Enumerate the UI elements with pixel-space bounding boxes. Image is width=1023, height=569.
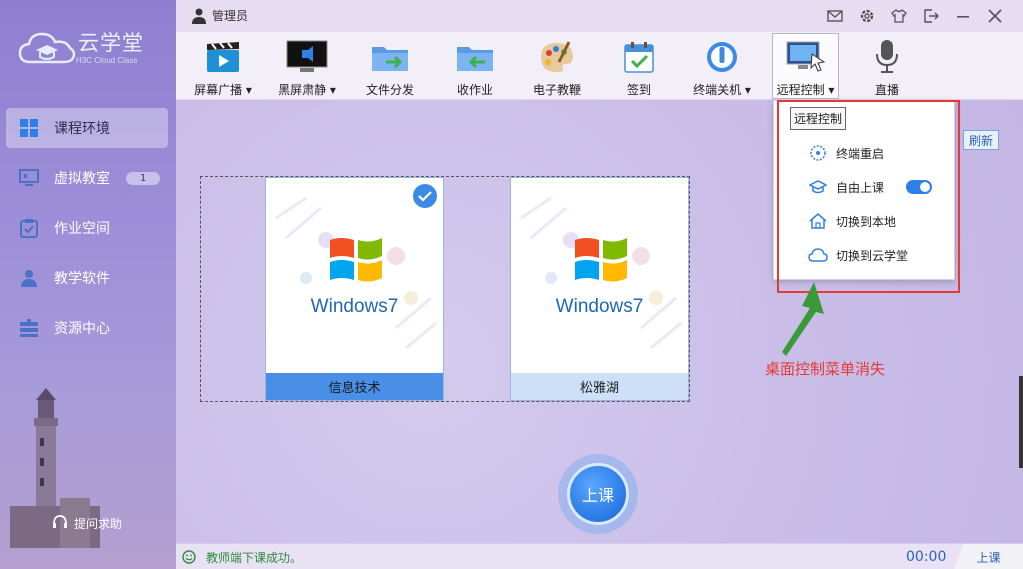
toolbar-file-distribute[interactable]: 文件分发 — [364, 34, 416, 98]
toolbar-live-stream[interactable]: 直播 — [872, 34, 902, 98]
tool-label: 屏幕广播 ▾ — [194, 83, 252, 97]
microphone-icon — [866, 38, 908, 75]
annotation-arrow-icon — [782, 282, 824, 356]
check-icon — [413, 184, 437, 208]
toolbar-electronic-pointer[interactable]: 电子教鞭 — [530, 34, 584, 98]
toolbar-terminal-shutdown[interactable]: 终端关机 ▾ — [691, 34, 753, 98]
tool-label: 直播 — [874, 83, 899, 97]
clipboard-icon — [18, 217, 40, 239]
folder-receive-icon — [454, 38, 496, 75]
terminal-card[interactable]: Windows7 松雅湖 — [510, 177, 689, 401]
headset-icon — [52, 514, 70, 532]
help-label: 提问求助 — [74, 516, 123, 531]
mail-icon[interactable] — [825, 6, 845, 26]
black-monitor-icon — [286, 38, 328, 75]
toolbar: 屏幕广播 ▾ 黑屏肃静 ▾ 文件分发 收作业 电子教鞭 签到 终端关机 ▾ 远程… — [176, 32, 1023, 100]
skin-shirt-icon[interactable] — [889, 6, 909, 26]
software-user-icon — [18, 267, 40, 289]
palette-icon — [536, 38, 578, 75]
card-caption: 信息技术 — [266, 373, 443, 400]
toolbar-screen-broadcast[interactable]: 屏幕广播 ▾ — [192, 34, 254, 98]
toolbar-black-screen[interactable]: 黑屏肃静 ▾ — [275, 34, 339, 98]
tool-label: 收作业 — [456, 83, 493, 97]
desktop-thumbnail: Windows7 — [511, 178, 688, 373]
windows-logo-icon — [330, 238, 382, 282]
class-timer: 00:00 — [906, 549, 947, 565]
tool-label: 文件分发 — [365, 83, 414, 97]
logo-subtitle: H3C Cloud Class — [76, 56, 138, 65]
sidebar-item-resource-center[interactable]: 资源中心 — [6, 308, 168, 348]
sidebar-item-teaching-software[interactable]: 教学软件 — [6, 258, 168, 298]
tool-label: 黑屏肃静 ▾ — [278, 83, 336, 97]
start-class-button[interactable]: 上课 — [558, 454, 638, 534]
app-logo: 云学堂 H3C Cloud Class — [16, 24, 166, 74]
os-label: Windows7 — [310, 296, 399, 317]
window-controls — [825, 6, 1005, 26]
folder-send-icon — [369, 38, 411, 75]
status-bar: 教师端下课成功。 00:00 上课 — [176, 543, 1023, 569]
os-label: Windows7 — [555, 296, 644, 317]
user-label: 管理员 — [212, 9, 249, 23]
sidebar-item-label: 资源中心 — [54, 321, 110, 337]
windows-grid-icon — [18, 117, 40, 139]
status-message: 教师端下课成功。 — [182, 549, 302, 566]
status-text: 教师端下课成功。 — [206, 551, 303, 565]
sidebar-item-label: 课程环境 — [54, 121, 110, 137]
sidebar-item-course-environment[interactable]: 课程环境 — [6, 108, 168, 148]
help-button[interactable]: 提问求助 — [52, 514, 122, 532]
toolbar-remote-control[interactable]: 远程控制 ▾ — [772, 33, 839, 99]
logo-title: 云学堂 — [78, 31, 144, 55]
count-badge: 1 — [126, 171, 161, 185]
sidebar-item-label: 作业空间 — [54, 221, 110, 237]
tool-label: 终端关机 ▾ — [693, 83, 751, 97]
sidebar-nav: 课程环境 虚拟教室 1 作业空间 教学软件 资源中心 — [0, 108, 176, 358]
windows-logo-icon — [575, 238, 627, 282]
toolbar-sign-in[interactable]: 签到 — [624, 34, 654, 98]
tool-label: 签到 — [626, 83, 651, 97]
gear-icon[interactable] — [857, 6, 877, 26]
power-icon — [701, 38, 743, 75]
desktop-thumbnail: Windows7 — [266, 178, 443, 373]
class-status-button[interactable]: 上课 — [954, 544, 1023, 569]
user-icon — [192, 8, 206, 24]
annotation-text: 桌面控制菜单消失 — [765, 360, 886, 378]
sidebar-item-virtual-classroom[interactable]: 虚拟教室 1 — [6, 158, 168, 198]
tool-label: 远程控制 ▾ — [776, 83, 835, 97]
minimize-icon[interactable] — [953, 6, 973, 26]
monitor-icon — [18, 167, 40, 189]
annotation-highlight-box — [777, 100, 960, 293]
sidebar-item-label: 教学软件 — [54, 271, 110, 287]
refresh-button[interactable]: 刷新 — [963, 130, 999, 150]
sidebar-item-label: 虚拟教室 — [54, 171, 110, 187]
sidebar: 云学堂 H3C Cloud Class 课程环境 虚拟教室 1 作业空间 教学软… — [0, 0, 176, 569]
smiley-icon — [182, 549, 198, 566]
toolbar-collect-homework[interactable]: 收作业 — [452, 34, 498, 98]
window-edge — [1019, 376, 1023, 468]
calendar-check-icon — [618, 38, 660, 75]
logout-icon[interactable] — [921, 6, 941, 26]
tool-label: 电子教鞭 — [532, 83, 581, 97]
sidebar-item-homework[interactable]: 作业空间 — [6, 208, 168, 248]
terminal-card[interactable]: Windows7 信息技术 — [265, 177, 444, 401]
title-bar: 管理员 — [176, 0, 1023, 32]
cloud-logo-icon — [18, 32, 76, 64]
start-class-label: 上课 — [567, 463, 629, 525]
remote-desktop-icon — [785, 38, 827, 75]
card-caption: 松雅湖 — [511, 373, 688, 400]
clapperboard-icon — [202, 38, 244, 75]
user-info: 管理员 — [192, 7, 248, 24]
close-icon[interactable] — [985, 6, 1005, 26]
stack-icon — [18, 317, 40, 339]
